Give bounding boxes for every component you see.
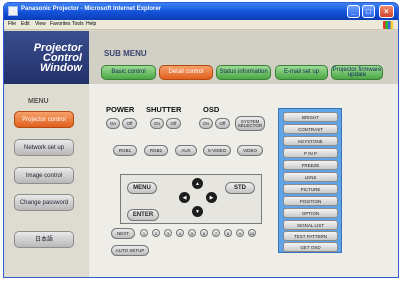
number-2-button[interactable]: 2: [152, 229, 160, 237]
menu-tools[interactable]: Tools: [72, 21, 84, 27]
input-svideo-button[interactable]: S-VIDEO: [203, 145, 231, 156]
side-projector-control-button[interactable]: Projector control: [14, 111, 74, 128]
keystone-button[interactable]: KEYSTONE: [283, 136, 338, 146]
navigation-box: MENU STD ENTER ▲ ◀ ▶ ▼: [120, 174, 262, 224]
osd-off-button[interactable]: Off: [215, 118, 230, 129]
email-setup-button[interactable]: E-mail set up: [275, 65, 328, 80]
shutter-off-button[interactable]: Off: [166, 118, 181, 129]
system-selector-button[interactable]: SYSTEM SELECTOR: [235, 116, 265, 131]
number-4-button[interactable]: 4: [176, 229, 184, 237]
number-8-button[interactable]: 8: [224, 229, 232, 237]
input-aux-button[interactable]: AUX: [175, 145, 197, 156]
menu-bar: File Edit View Favorites Tools Help: [4, 20, 398, 30]
menu-button[interactable]: MENU: [127, 182, 157, 194]
number-9-button[interactable]: 9: [236, 229, 244, 237]
arrow-right-icon[interactable]: ▶: [206, 192, 217, 203]
adjustment-panel: BRIGHT CONTRAST KEYSTONE P IN P FREEZE L…: [278, 108, 342, 253]
detail-control-panel: POWER SHUTTER OSD On Off On Off On Off S…: [89, 84, 398, 277]
side-image-control-button[interactable]: Image control: [14, 167, 74, 184]
basic-control-button[interactable]: Basic control: [101, 65, 156, 80]
input-rgb2-button[interactable]: RGB2: [144, 145, 168, 156]
title-bar: Panasonic Projector - Microsoft Internet…: [4, 3, 398, 20]
number-1-button[interactable]: 1: [140, 229, 148, 237]
left-nav: Projector Control Window MENU Projector …: [4, 31, 89, 277]
arrow-up-icon[interactable]: ▲: [192, 178, 203, 189]
window-title: Panasonic Projector - Microsoft Internet…: [21, 6, 162, 12]
firmware-update-button[interactable]: Projector firmware update: [331, 65, 383, 80]
power-on-button[interactable]: On: [106, 118, 120, 129]
next-button[interactable]: NEXT: [111, 228, 135, 239]
enter-button[interactable]: ENTER: [127, 209, 159, 221]
power-off-button[interactable]: Off: [122, 118, 137, 129]
number-5-button[interactable]: 5: [188, 229, 196, 237]
close-icon[interactable]: ×: [379, 5, 394, 18]
menu-edit[interactable]: Edit: [21, 21, 30, 27]
side-japanese-button[interactable]: 日本語: [14, 231, 74, 248]
input-video-button[interactable]: VIDEO: [237, 145, 263, 156]
option-button[interactable]: OPTION: [283, 208, 338, 218]
shutter-on-button[interactable]: On: [150, 118, 164, 129]
position-button[interactable]: POSITION: [283, 196, 338, 206]
menu-help[interactable]: Help: [86, 21, 96, 27]
logo-line-3: Window: [39, 62, 82, 74]
shutter-label: SHUTTER: [146, 105, 182, 114]
side-change-password-button[interactable]: Change password: [14, 194, 74, 211]
lens-button[interactable]: LENS: [283, 172, 338, 182]
pinp-button[interactable]: P IN P: [283, 148, 338, 158]
picture-button[interactable]: PICTURE: [283, 184, 338, 194]
ie-icon: [8, 6, 18, 16]
app-logo: Projector Control Window: [4, 31, 89, 84]
minimize-icon[interactable]: _: [347, 5, 360, 18]
power-label: POWER: [106, 105, 135, 114]
menu-favorites[interactable]: Favorites: [50, 21, 71, 27]
arrow-left-icon[interactable]: ◀: [179, 192, 190, 203]
side-network-setup-button[interactable]: Network set up: [14, 139, 74, 156]
windows-logo-icon: [383, 21, 393, 29]
menu-heading: MENU: [28, 98, 49, 105]
signal-list-button[interactable]: SIGNAL LIST: [283, 220, 338, 230]
freeze-button[interactable]: FREEZE: [283, 160, 338, 170]
menu-file[interactable]: File: [8, 21, 16, 27]
submenu-title: SUB MENU: [104, 49, 147, 58]
test-pattern-button[interactable]: TEST PATTERN: [283, 231, 338, 241]
number-6-button[interactable]: 6: [200, 229, 208, 237]
osd-label: OSD: [203, 105, 220, 114]
detail-control-button[interactable]: Detail control: [159, 65, 213, 80]
maximize-icon[interactable]: □: [362, 5, 375, 18]
auto-setup-button[interactable]: AUTO SETUP: [111, 245, 149, 256]
number-3-button[interactable]: 3: [164, 229, 172, 237]
submenu-header: SUB MENU Basic control Detail control St…: [89, 31, 398, 84]
number-7-button[interactable]: 7: [212, 229, 220, 237]
status-information-button[interactable]: Status information: [216, 65, 271, 80]
input-rgb1-button[interactable]: RGB1: [113, 145, 137, 156]
browser-window: Panasonic Projector - Microsoft Internet…: [3, 2, 399, 278]
osd-on-button[interactable]: On: [199, 118, 213, 129]
arrow-down-icon[interactable]: ▼: [192, 206, 203, 217]
std-button[interactable]: STD: [225, 182, 255, 194]
get-osd-button[interactable]: GET OSD: [283, 242, 338, 252]
contrast-button[interactable]: CONTRAST: [283, 124, 338, 134]
bright-button[interactable]: BRIGHT: [283, 112, 338, 122]
number-10-button[interactable]: 10: [248, 229, 256, 237]
menu-view[interactable]: View: [35, 21, 46, 27]
